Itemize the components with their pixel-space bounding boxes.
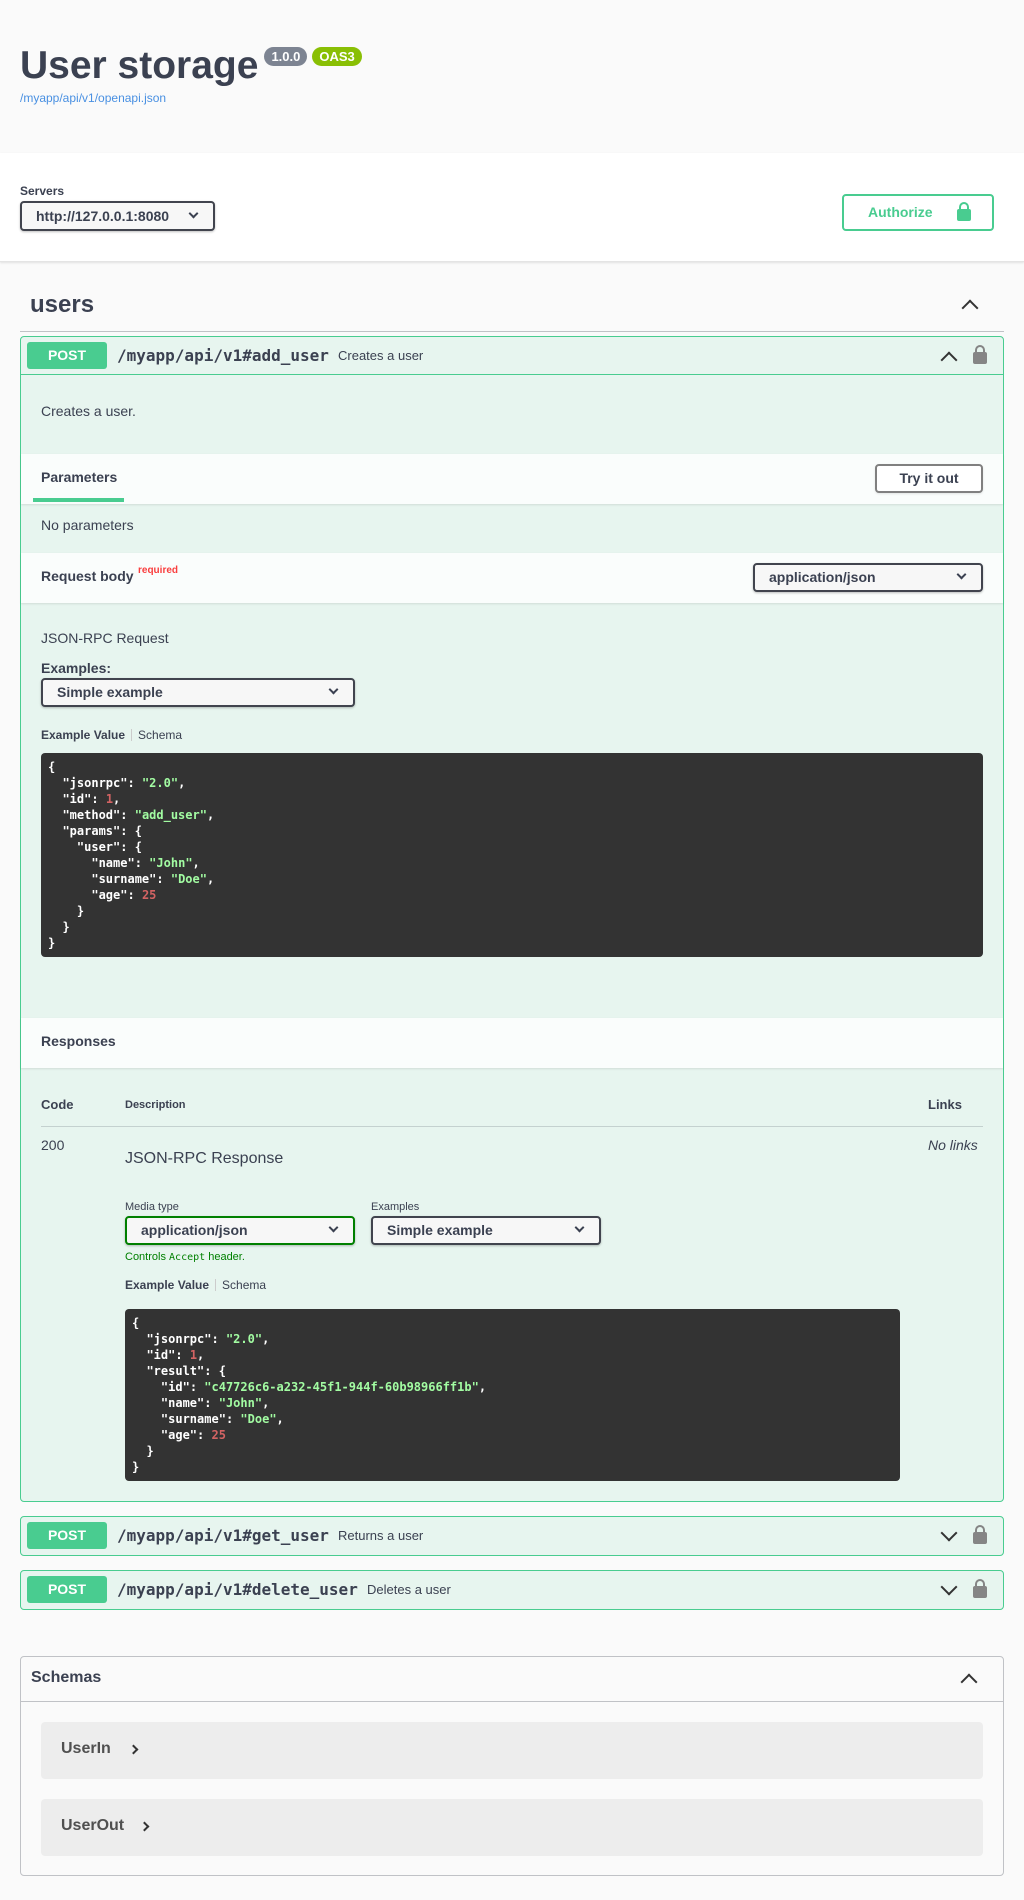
chevron-right-icon bbox=[139, 1821, 150, 1832]
parameters-header: Parameters Try it out bbox=[21, 454, 1003, 504]
col-description: Description bbox=[125, 1099, 186, 1111]
method-badge: POST bbox=[27, 1576, 107, 1603]
scheme-container: Servers http://127.0.0.1:8080 Authorize bbox=[0, 153, 1024, 262]
unlocked-icon bbox=[957, 202, 971, 221]
operation-summary-text: Returns a user bbox=[338, 1528, 424, 1543]
chevron-down-icon bbox=[328, 684, 339, 695]
content-type-select[interactable]: application/json bbox=[753, 563, 983, 592]
api-title: User storage bbox=[20, 44, 259, 87]
required-badge: required bbox=[138, 565, 179, 576]
model-userin[interactable]: UserIn bbox=[41, 1722, 983, 1779]
chevron-down-icon bbox=[956, 569, 967, 580]
method-badge: POST bbox=[27, 342, 107, 369]
response-example-select[interactable]: Simple example bbox=[371, 1216, 601, 1245]
operation-path: /myapp/api/v1#add_user bbox=[117, 346, 329, 365]
server-selected-value: http://127.0.0.1:8080 bbox=[36, 208, 170, 224]
model-name: UserOut bbox=[61, 1817, 125, 1834]
tab-example-value[interactable]: Example Value bbox=[41, 728, 125, 742]
schemas-section: Schemas UserIn UserOut bbox=[20, 1656, 1004, 1876]
response-links: No links bbox=[928, 1137, 978, 1153]
operation-summary-text: Creates a user bbox=[338, 348, 424, 363]
authorize-label: Authorize bbox=[868, 204, 933, 220]
spec-url-link[interactable]: /myapp/api/v1/openapi.json bbox=[20, 91, 1004, 105]
examples-label: Examples: bbox=[41, 660, 112, 676]
chevron-up-icon[interactable] bbox=[940, 351, 958, 369]
operation-path: /myapp/api/v1#delete_user bbox=[117, 1580, 358, 1599]
tab-schema[interactable]: Schema bbox=[138, 728, 182, 742]
chevron-down-icon[interactable] bbox=[940, 1524, 958, 1542]
operation-summary[interactable]: POST /myapp/api/v1#add_user Creates a us… bbox=[21, 337, 1003, 375]
authorize-button[interactable]: Authorize bbox=[842, 194, 994, 231]
request-example-value: Simple example bbox=[57, 684, 163, 700]
method-badge: POST bbox=[27, 1522, 107, 1549]
table-divider bbox=[41, 1126, 983, 1127]
lock-icon[interactable] bbox=[973, 345, 987, 364]
tab-parameters[interactable]: Parameters bbox=[41, 469, 117, 485]
chevron-down-icon[interactable] bbox=[940, 1578, 958, 1596]
request-description: JSON-RPC Request bbox=[41, 630, 169, 646]
try-it-out-button[interactable]: Try it out bbox=[875, 464, 983, 493]
response-description: JSON-RPC Response bbox=[125, 1150, 284, 1167]
operation-delete-user: POST /myapp/api/v1#delete_user Deletes a… bbox=[20, 1570, 1004, 1610]
media-type-select[interactable]: application/json bbox=[125, 1216, 355, 1245]
model-name: UserIn bbox=[61, 1740, 111, 1757]
col-links: Links bbox=[928, 1097, 962, 1112]
info-header: User storage 1.0.0 OAS3 /myapp/api/v1/op… bbox=[0, 0, 1024, 153]
chevron-down-icon bbox=[188, 208, 199, 219]
no-parameters-text: No parameters bbox=[41, 517, 134, 533]
schemas-header[interactable]: Schemas bbox=[21, 1657, 1003, 1702]
chevron-up-icon[interactable] bbox=[960, 1673, 978, 1691]
operation-summary[interactable]: POST /myapp/api/v1#delete_user Deletes a… bbox=[21, 1571, 1003, 1609]
request-example-tabs: Example Value Schema bbox=[41, 728, 182, 742]
servers-label: Servers bbox=[20, 184, 65, 198]
lock-icon[interactable] bbox=[973, 1579, 987, 1598]
oas-badge: OAS3 bbox=[312, 47, 362, 66]
operation-description: Creates a user. bbox=[41, 403, 136, 419]
response-examples-label: Examples bbox=[371, 1201, 420, 1213]
model-userout[interactable]: UserOut bbox=[41, 1799, 983, 1856]
tag-section-users[interactable]: users bbox=[20, 283, 1004, 332]
response-example-code: { "jsonrpc": "2.0", "id": 1, "result": {… bbox=[125, 1309, 900, 1481]
response-code: 200 bbox=[41, 1137, 65, 1153]
operation-summary[interactable]: POST /myapp/api/v1#get_user Returns a us… bbox=[21, 1517, 1003, 1555]
col-code: Code bbox=[41, 1097, 74, 1112]
tab-underline bbox=[33, 498, 124, 502]
version-badge: 1.0.0 bbox=[264, 47, 308, 66]
schemas-title: Schemas bbox=[31, 1669, 102, 1686]
operation-add-user: POST /myapp/api/v1#add_user Creates a us… bbox=[20, 336, 1004, 1502]
lock-icon[interactable] bbox=[973, 1525, 987, 1544]
controls-accept-note: Controls Accept header. bbox=[125, 1251, 245, 1263]
operation-summary-text: Deletes a user bbox=[367, 1582, 451, 1597]
request-body-label: Request body bbox=[41, 568, 134, 584]
server-select[interactable]: http://127.0.0.1:8080 bbox=[20, 201, 215, 231]
request-body-header: Request body required application/json bbox=[21, 553, 1003, 603]
chevron-up-icon[interactable] bbox=[961, 299, 979, 317]
request-example-select[interactable]: Simple example bbox=[41, 678, 355, 707]
tab-schema[interactable]: Schema bbox=[222, 1278, 266, 1292]
operation-path: /myapp/api/v1#get_user bbox=[117, 1526, 329, 1545]
operation-get-user: POST /myapp/api/v1#get_user Returns a us… bbox=[20, 1516, 1004, 1556]
tab-example-value[interactable]: Example Value bbox=[125, 1278, 209, 1292]
responses-label: Responses bbox=[41, 1033, 116, 1049]
media-type-label: Media type bbox=[125, 1201, 179, 1213]
media-type-value: application/json bbox=[141, 1222, 248, 1238]
responses-header: Responses bbox=[21, 1018, 1003, 1068]
response-example-value: Simple example bbox=[387, 1222, 493, 1238]
request-example-code: { "jsonrpc": "2.0", "id": 1, "method": "… bbox=[41, 753, 983, 957]
chevron-right-icon bbox=[128, 1744, 139, 1755]
response-example-tabs: Example Value Schema bbox=[125, 1278, 266, 1292]
tag-name: users bbox=[30, 291, 95, 318]
chevron-down-icon bbox=[328, 1222, 339, 1233]
content-type-value: application/json bbox=[769, 569, 876, 585]
chevron-down-icon bbox=[574, 1222, 585, 1233]
